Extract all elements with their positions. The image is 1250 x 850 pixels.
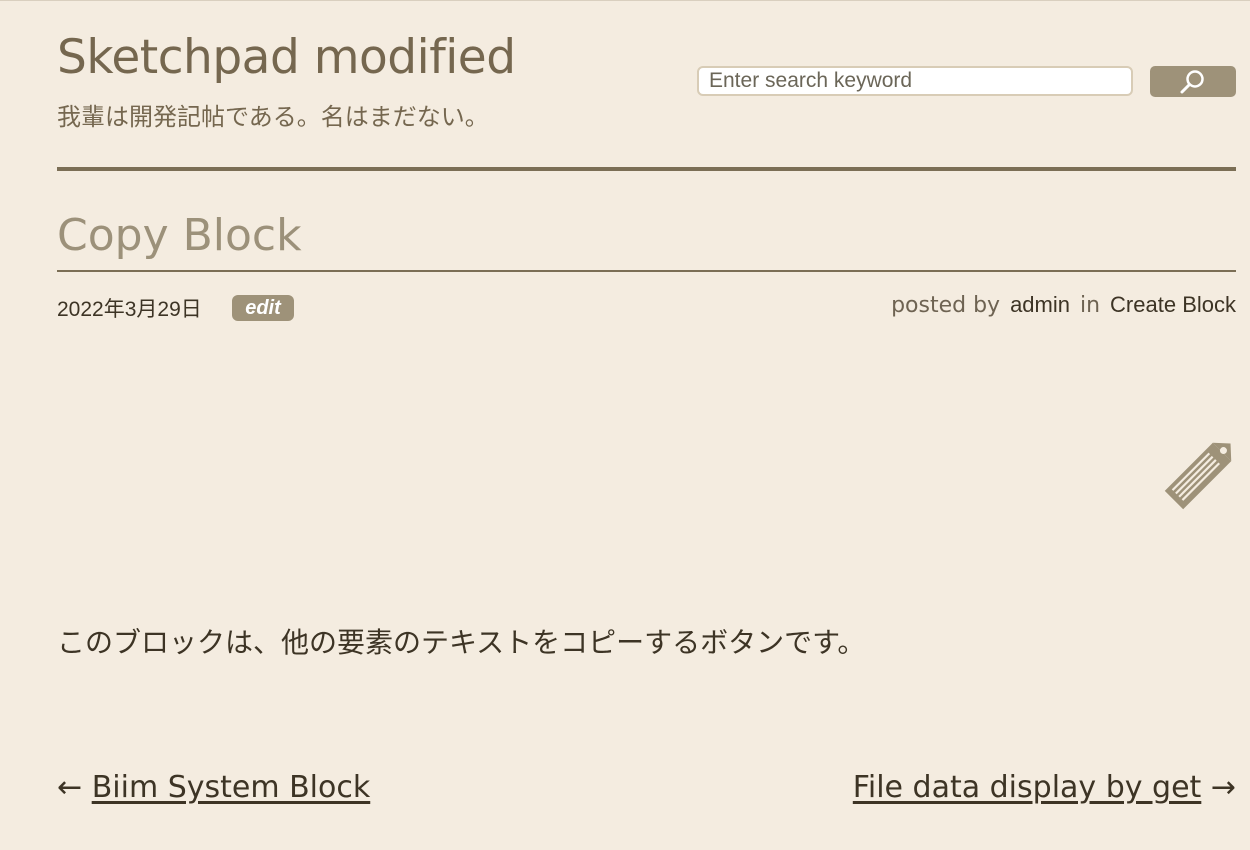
site-title[interactable]: Sketchpad modified <box>57 30 516 85</box>
search-input[interactable] <box>697 66 1133 96</box>
in-label: in <box>1079 293 1101 318</box>
edit-link[interactable]: edit <box>232 295 294 321</box>
prev-arrow: ← <box>57 770 83 805</box>
site-description: 我輩は開発記帖である。名はまだない。 <box>57 103 489 131</box>
prev-post-link[interactable]: Biim System Block <box>92 770 371 805</box>
post-meta: posted by admin in Create Block <box>891 292 1236 318</box>
author-link[interactable]: admin <box>1010 292 1070 318</box>
title-divider <box>57 270 1236 272</box>
next-arrow: → <box>1210 770 1236 805</box>
category-link[interactable]: Create Block <box>1110 292 1236 318</box>
post-content: このブロックは、他の要素のテキストをコピーするボタンです。 <box>57 626 866 659</box>
search-button[interactable] <box>1150 66 1236 97</box>
tag-icon <box>1164 442 1232 510</box>
prev-post: ← Biim System Block <box>57 770 370 805</box>
post-date: 2022年3月29日 <box>57 298 202 321</box>
next-post-link[interactable]: File data display by get <box>853 770 1202 805</box>
posted-by-label: posted by <box>891 293 1001 318</box>
search-icon <box>1180 70 1204 94</box>
top-border <box>0 0 1250 1</box>
next-post: File data display by get → <box>853 770 1236 805</box>
post-title: Copy Block <box>57 210 302 261</box>
header-divider <box>57 167 1236 171</box>
